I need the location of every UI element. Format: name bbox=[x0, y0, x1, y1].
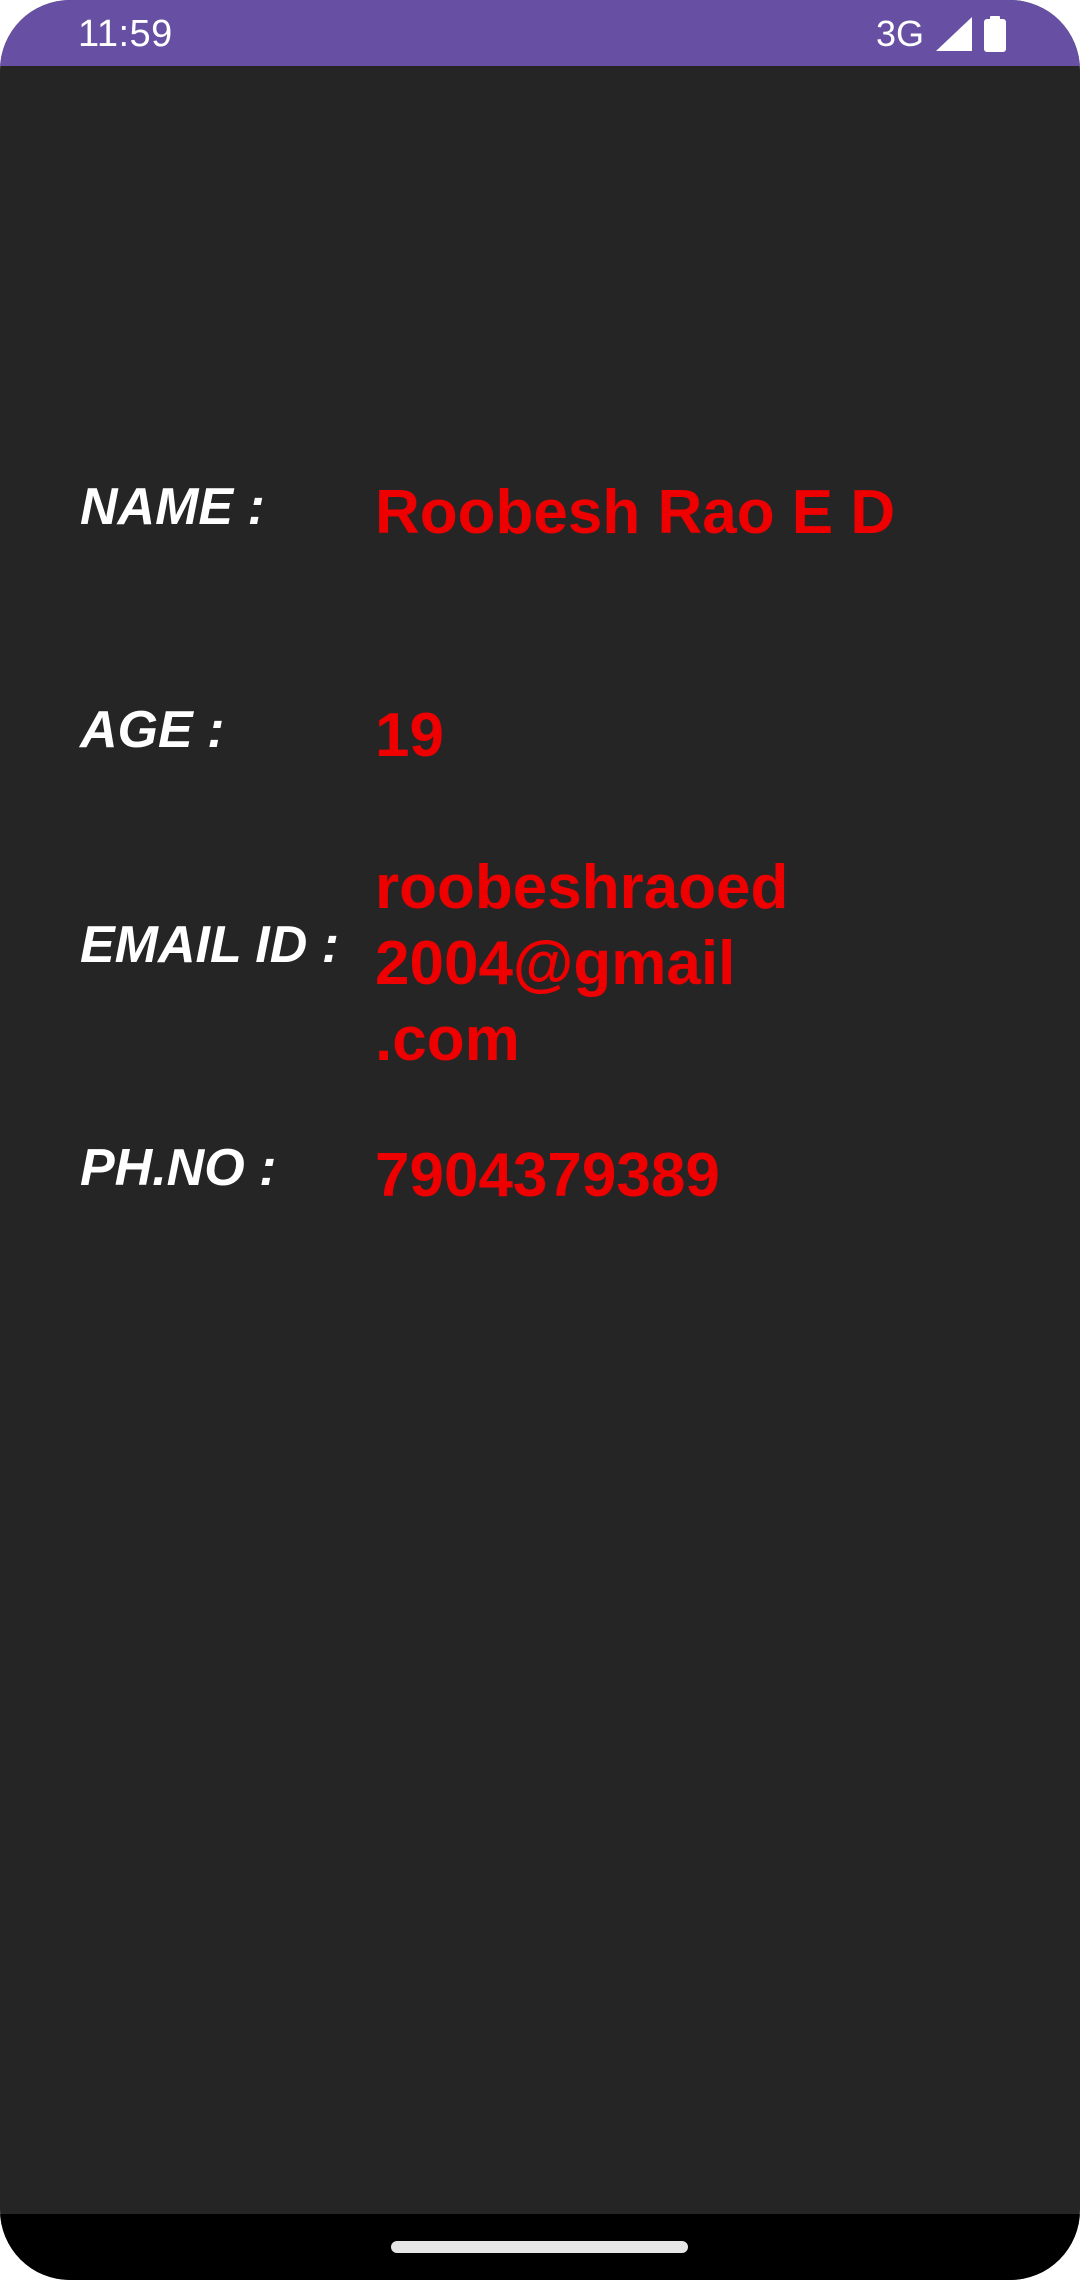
phone-value: 7904379389 bbox=[375, 1141, 720, 1210]
email-value-line-3: .com bbox=[375, 1005, 520, 1074]
status-bar: 11:59 3G bbox=[0, 0, 1080, 66]
phone-screen: 11:59 3G NAME : Roobesh Rao E D AGE : 19… bbox=[0, 0, 1080, 2280]
phone-label: PH.NO : bbox=[80, 1139, 277, 1197]
email-value: roobeshraoed 2004@gmail .com bbox=[375, 850, 788, 1078]
home-gesture-handle[interactable] bbox=[391, 2241, 688, 2253]
battery-full-icon bbox=[984, 16, 1006, 52]
name-label: NAME : bbox=[80, 478, 265, 536]
age-label: AGE : bbox=[80, 701, 225, 759]
email-value-line-1: roobeshraoed bbox=[375, 853, 789, 922]
email-value-line-2: 2004@gmail bbox=[375, 929, 736, 998]
name-value: Roobesh Rao E D bbox=[375, 478, 896, 547]
network-type: 3G bbox=[875, 13, 924, 54]
status-indicators: 3G bbox=[876, 12, 1006, 56]
status-time: 11:59 bbox=[78, 13, 173, 55]
age-value: 19 bbox=[375, 701, 444, 770]
email-label: EMAIL ID : bbox=[80, 916, 340, 974]
cellular-signal-icon bbox=[936, 17, 972, 51]
